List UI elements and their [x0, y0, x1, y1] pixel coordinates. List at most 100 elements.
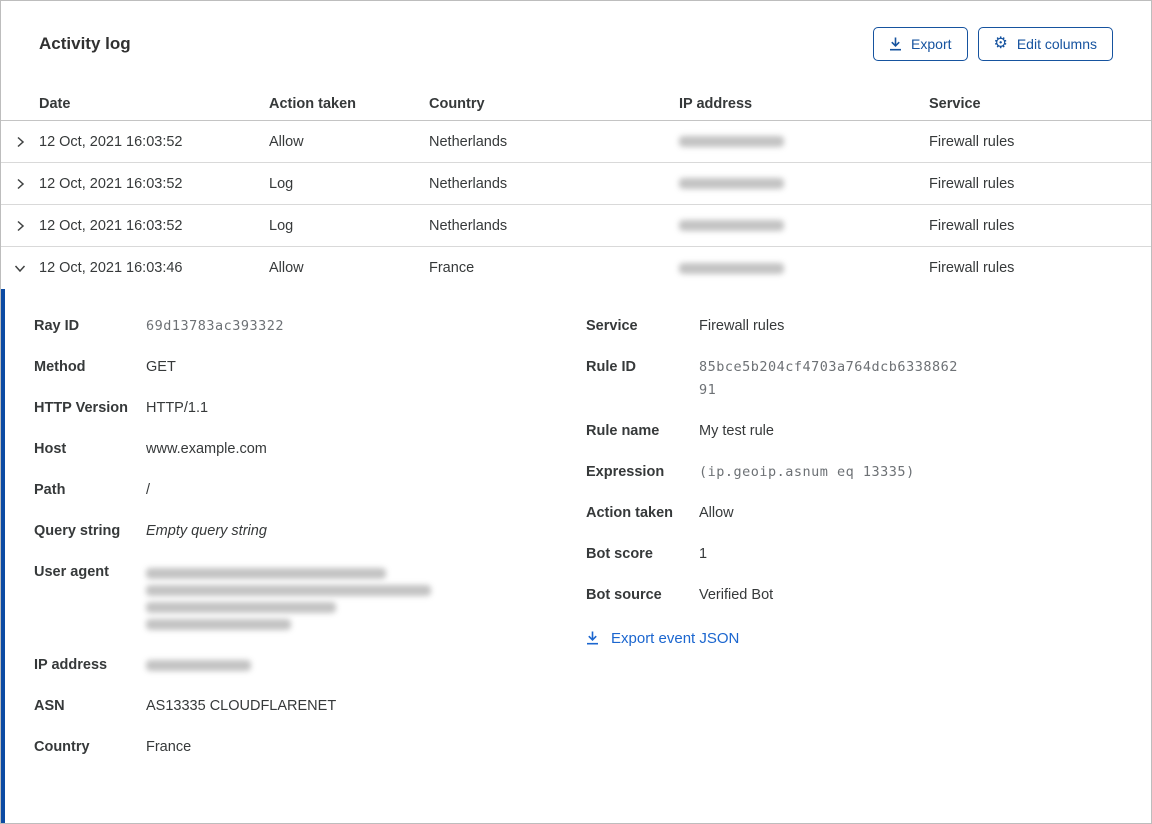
- field-value: Empty query string: [146, 523, 267, 539]
- field-value: HTTP/1.1: [146, 400, 209, 416]
- table-row-expanded[interactable]: 12 Oct, 2021 16:03:46 Allow France Firew…: [1, 247, 1151, 289]
- field-value: GET: [146, 359, 176, 375]
- field-value: www.example.com: [146, 441, 267, 457]
- cell-country: France: [429, 260, 475, 276]
- field-query-string: Query string Empty query string: [34, 520, 586, 543]
- cell-action-taken: Allow: [269, 133, 304, 150]
- field-ray-id: Ray ID 69d13783ac393322: [34, 315, 586, 338]
- field-http-version: HTTP Version HTTP/1.1: [34, 397, 586, 420]
- field-value: 1: [699, 546, 708, 562]
- column-header-country: Country: [429, 95, 485, 112]
- field-method: Method GET: [34, 356, 586, 379]
- field-asn: ASN AS13335 CLOUDFLARENET: [34, 695, 586, 718]
- field-label: IP address: [34, 657, 108, 673]
- cell-ip-redacted: [679, 178, 929, 189]
- cell-ip-redacted: [679, 136, 929, 147]
- field-label: Rule name: [586, 423, 660, 439]
- column-header-ip-address: IP address: [679, 95, 753, 112]
- edit-columns-button-label: Edit columns: [1016, 36, 1097, 52]
- header-actions: Export ⚙ Edit columns: [873, 27, 1113, 61]
- field-value: Firewall rules: [699, 318, 785, 334]
- field-service: Service Firewall rules: [586, 315, 1113, 338]
- field-expression: Expression (ip.geoip.asnum eq 13335): [586, 461, 1113, 484]
- table-row[interactable]: 12 Oct, 2021 16:03:52 Log Netherlands Fi…: [1, 163, 1151, 205]
- export-button-label: Export: [911, 36, 952, 52]
- table-header-row: Date Action taken Country IP address Ser…: [1, 87, 1151, 121]
- field-rule-id: Rule ID 85bce5b204cf4703a764dcb633886291: [586, 356, 1113, 402]
- gear-icon: ⚙: [993, 35, 1008, 52]
- field-value: 85bce5b204cf4703a764dcb633886291: [699, 359, 958, 398]
- export-event-json-link[interactable]: Export event JSON: [586, 630, 1113, 647]
- export-event-json-label: Export event JSON: [611, 630, 740, 647]
- cell-country: Netherlands: [429, 217, 508, 234]
- panel-header: Activity log Export ⚙ Edit columns: [1, 1, 1151, 61]
- field-action-taken: Action taken Allow: [586, 502, 1113, 525]
- field-value: AS13335 CLOUDFLARENET: [146, 698, 337, 714]
- field-bot-source: Bot source Verified Bot: [586, 584, 1113, 607]
- field-label: Bot source: [586, 587, 662, 603]
- download-icon: [889, 37, 902, 52]
- field-label: Query string: [34, 523, 121, 539]
- field-bot-score: Bot score 1: [586, 543, 1113, 566]
- field-label: Action taken: [586, 505, 674, 521]
- field-label: Rule ID: [586, 359, 636, 375]
- field-label: ASN: [34, 698, 65, 714]
- field-value: /: [146, 482, 151, 498]
- detail-column-right: Service Firewall rules Rule ID 85bce5b20…: [586, 315, 1113, 823]
- field-country: Country France: [34, 736, 586, 759]
- field-label: Expression: [586, 464, 665, 480]
- row-expander-icon[interactable]: [1, 205, 39, 246]
- table-row[interactable]: 12 Oct, 2021 16:03:52 Log Netherlands Fi…: [1, 205, 1151, 247]
- redacted-ip-address: [146, 660, 251, 671]
- cell-date: 12 Oct, 2021 16:03:52: [39, 217, 183, 234]
- field-rule-name: Rule name My test rule: [586, 420, 1113, 443]
- cell-country: Netherlands: [429, 175, 508, 192]
- field-host: Host www.example.com: [34, 438, 586, 461]
- field-label: Ray ID: [34, 318, 80, 334]
- export-button[interactable]: Export: [873, 27, 968, 61]
- field-label: HTTP Version: [34, 400, 129, 416]
- field-user-agent: User agent: [34, 561, 586, 636]
- cell-date: 12 Oct, 2021 16:03:46: [39, 260, 183, 276]
- field-label: Bot score: [586, 546, 653, 562]
- field-path: Path /: [34, 479, 586, 502]
- field-label: User agent: [34, 564, 109, 580]
- cell-date: 12 Oct, 2021 16:03:52: [39, 133, 183, 150]
- event-detail-panel: Ray ID 69d13783ac393322 Method GET HTTP …: [1, 289, 1151, 823]
- row-expander-icon[interactable]: [1, 163, 39, 204]
- cell-date: 12 Oct, 2021 16:03:52: [39, 175, 183, 192]
- cell-ip-redacted: [679, 262, 929, 274]
- row-expander-icon[interactable]: [1, 121, 39, 162]
- redacted-user-agent: [146, 561, 431, 636]
- column-header-date: Date: [39, 95, 71, 112]
- field-value: Allow: [699, 505, 734, 521]
- cell-service: Firewall rules: [929, 217, 1015, 234]
- cell-action-taken: Log: [269, 217, 294, 234]
- cell-service: Firewall rules: [929, 175, 1015, 192]
- field-label: Country: [34, 739, 90, 755]
- field-label: Method: [34, 359, 86, 375]
- page-title: Activity log: [39, 34, 131, 53]
- cell-service: Firewall rules: [929, 133, 1015, 150]
- field-value: My test rule: [699, 423, 774, 439]
- activity-log-panel: Activity log Export ⚙ Edit columns Date …: [0, 0, 1152, 824]
- detail-column-left: Ray ID 69d13783ac393322 Method GET HTTP …: [34, 315, 586, 823]
- field-ip-address: IP address: [34, 654, 586, 677]
- column-header-service: Service: [929, 95, 981, 112]
- row-collapse-icon[interactable]: [1, 247, 39, 289]
- download-icon: [586, 631, 599, 646]
- cell-country: Netherlands: [429, 133, 508, 150]
- table-row[interactable]: 12 Oct, 2021 16:03:52 Allow Netherlands …: [1, 121, 1151, 163]
- cell-action-taken: Log: [269, 175, 294, 192]
- edit-columns-button[interactable]: ⚙ Edit columns: [977, 27, 1113, 61]
- cell-action-taken: Allow: [269, 260, 304, 276]
- field-value: 69d13783ac393322: [146, 318, 285, 334]
- field-value: Verified Bot: [699, 587, 774, 603]
- cell-ip-redacted: [679, 220, 929, 231]
- column-header-action-taken: Action taken: [269, 95, 357, 112]
- field-label: Host: [34, 441, 67, 457]
- field-label: Path: [34, 482, 66, 498]
- cell-service: Firewall rules: [929, 260, 1015, 276]
- field-label: Service: [586, 318, 638, 334]
- field-value: France: [146, 739, 192, 755]
